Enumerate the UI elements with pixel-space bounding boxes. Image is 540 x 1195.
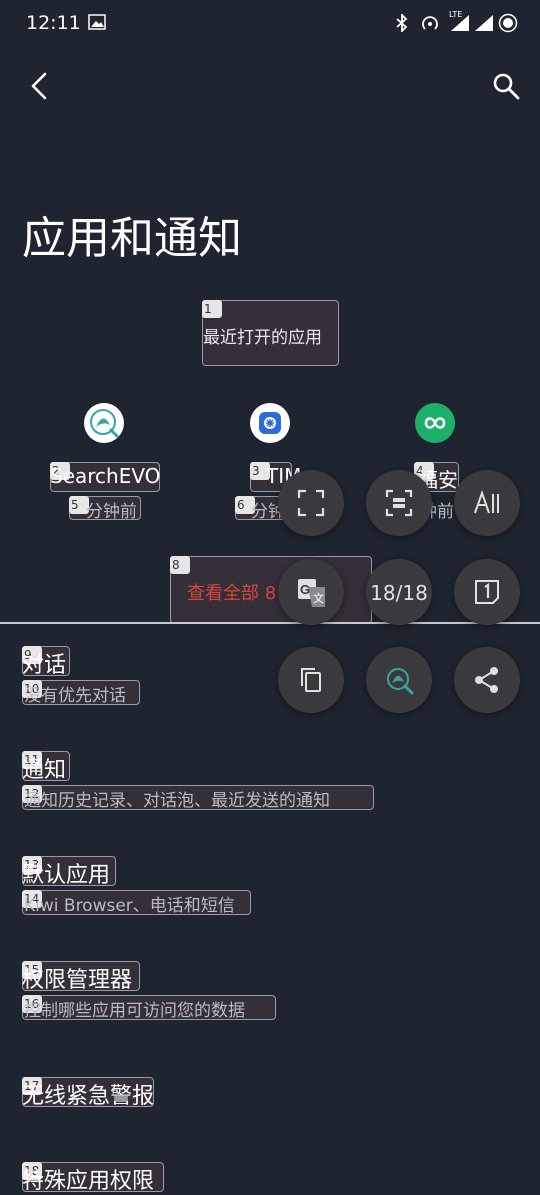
hotspot-icon: [422, 16, 438, 30]
search-evo-icon: [84, 403, 124, 443]
row-title: 对话: [22, 653, 67, 678]
share-icon: [475, 667, 498, 693]
row-title: 无线紧急警报: [22, 1084, 155, 1109]
scan-button[interactable]: [366, 470, 432, 536]
status-bar: 12:11 LTE: [0, 0, 540, 48]
overlay-badge: 1: [202, 300, 222, 318]
recent-apps-label: 最近打开的应用: [203, 328, 322, 348]
section-divider: [0, 622, 540, 624]
tim-icon: [250, 403, 290, 443]
text-size-icon: [474, 489, 499, 514]
page-counter-label: 18/18: [370, 581, 428, 605]
gallery-icon: [88, 14, 106, 30]
signal-icon: [451, 15, 469, 31]
search-icon[interactable]: [488, 68, 524, 104]
status-time: 12:11: [26, 12, 81, 34]
share-button[interactable]: [454, 647, 520, 713]
svg-text:文: 文: [313, 591, 324, 605]
row-subtitle: Kiwi Browser、电话和短信: [24, 896, 235, 916]
translate-icon: G 文: [298, 579, 325, 607]
scan-icon: [385, 489, 413, 517]
overlay-badge: 8: [170, 556, 190, 574]
search-evo-button[interactable]: [366, 647, 432, 713]
fullscreen-icon: [297, 489, 325, 517]
svg-text:G: G: [300, 582, 310, 597]
app-name-searchevo: SearchEVO: [50, 464, 161, 488]
row-title: 默认应用: [22, 863, 111, 888]
signal-2-icon: [475, 15, 493, 31]
app-bar: [0, 56, 540, 120]
fullscreen-button[interactable]: [278, 470, 344, 536]
first-page-icon: [475, 580, 499, 604]
copy-button[interactable]: [278, 647, 344, 713]
row-title: 通知: [22, 758, 67, 783]
row-subtitle: 控制哪些应用可访问您的数据: [24, 1001, 245, 1021]
back-arrow-icon[interactable]: [22, 68, 58, 104]
page-counter[interactable]: 18/18: [366, 559, 432, 625]
recent-apps-header[interactable]: 1 最近打开的应用: [202, 300, 339, 366]
search-evo-icon: [387, 668, 414, 695]
row-subtitle: 没有优先对话: [24, 686, 126, 706]
page-title: 应用和通知: [22, 213, 242, 264]
row-title: 特殊应用权限: [22, 1169, 155, 1194]
copy-icon: [301, 668, 321, 692]
text-size-button[interactable]: [454, 470, 520, 536]
app-time-searchevo: 分钟前: [86, 502, 137, 522]
row-subtitle: 通知历史记录、对话泡、最近发送的通知: [24, 791, 330, 811]
row-title: 权限管理器: [22, 968, 133, 993]
infinity-icon: [415, 403, 455, 443]
record-icon: [498, 13, 518, 33]
translate-button[interactable]: G 文: [278, 559, 344, 625]
bluetooth-icon: [396, 14, 408, 32]
first-page-button[interactable]: [454, 559, 520, 625]
